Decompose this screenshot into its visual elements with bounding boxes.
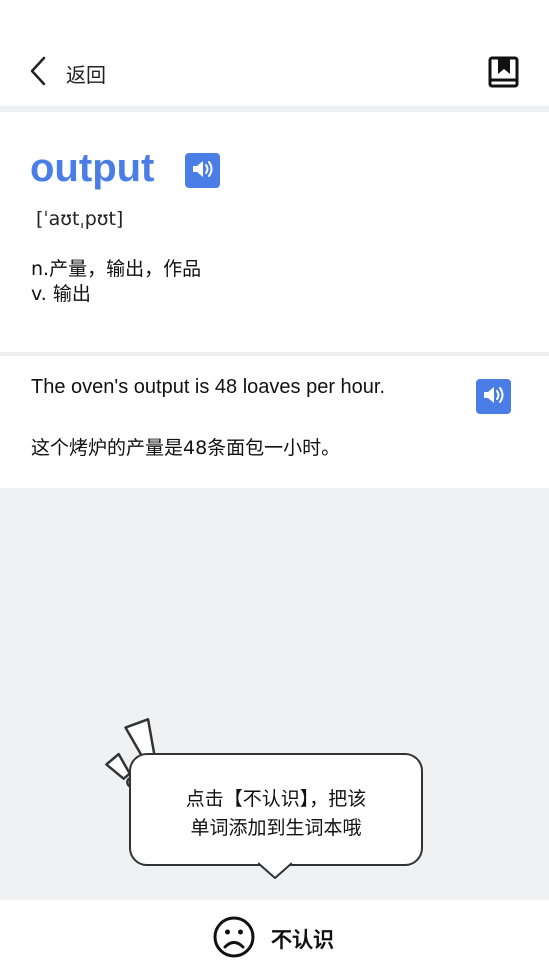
word-card: output [ˈaʊtˌpʊt] n.产量，输出，作品 v. 输出: [0, 112, 549, 352]
sad-face-icon: [213, 916, 255, 962]
back-button[interactable]: 返回: [28, 56, 106, 90]
bottom-bar: 不认识: [0, 900, 549, 976]
definition-verb: v. 输出: [31, 283, 91, 305]
example-sentence-en: The oven's output is 48 loaves per hour.: [31, 376, 386, 398]
definition-noun: n.产量，输出，作品: [31, 258, 202, 280]
tip-line-2: 单词添加到生词本哦: [190, 817, 362, 839]
example-card: The oven's output is 48 loaves per hour.…: [0, 356, 549, 488]
speaker-icon: [192, 159, 214, 183]
example-pronounce-button[interactable]: [476, 379, 511, 414]
word-title: output: [30, 146, 155, 190]
tip-bubble-tail: [257, 862, 293, 882]
phonetic: [ˈaʊtˌpʊt]: [36, 208, 124, 230]
speaker-icon: [483, 385, 505, 409]
wordbook-button[interactable]: [488, 56, 520, 88]
unknown-label: 不认识: [271, 928, 334, 952]
word-pronounce-button[interactable]: [185, 153, 220, 188]
tip-bubble: 点击【不认识】，把该 单词添加到生词本哦: [129, 753, 423, 866]
bookmark-book-icon: [488, 56, 520, 92]
back-label: 返回: [66, 62, 106, 87]
unknown-button[interactable]: 不认识: [213, 916, 334, 962]
example-sentence-zh: 这个烤炉的产量是48条面包一小时。: [31, 437, 341, 459]
tip-line-1: 点击【不认识】，把该: [185, 788, 367, 810]
tip-text: 点击【不认识】，把该 单词添加到生词本哦: [131, 785, 421, 843]
top-bar: 返回: [0, 0, 549, 106]
chevron-left-icon: [28, 56, 48, 90]
